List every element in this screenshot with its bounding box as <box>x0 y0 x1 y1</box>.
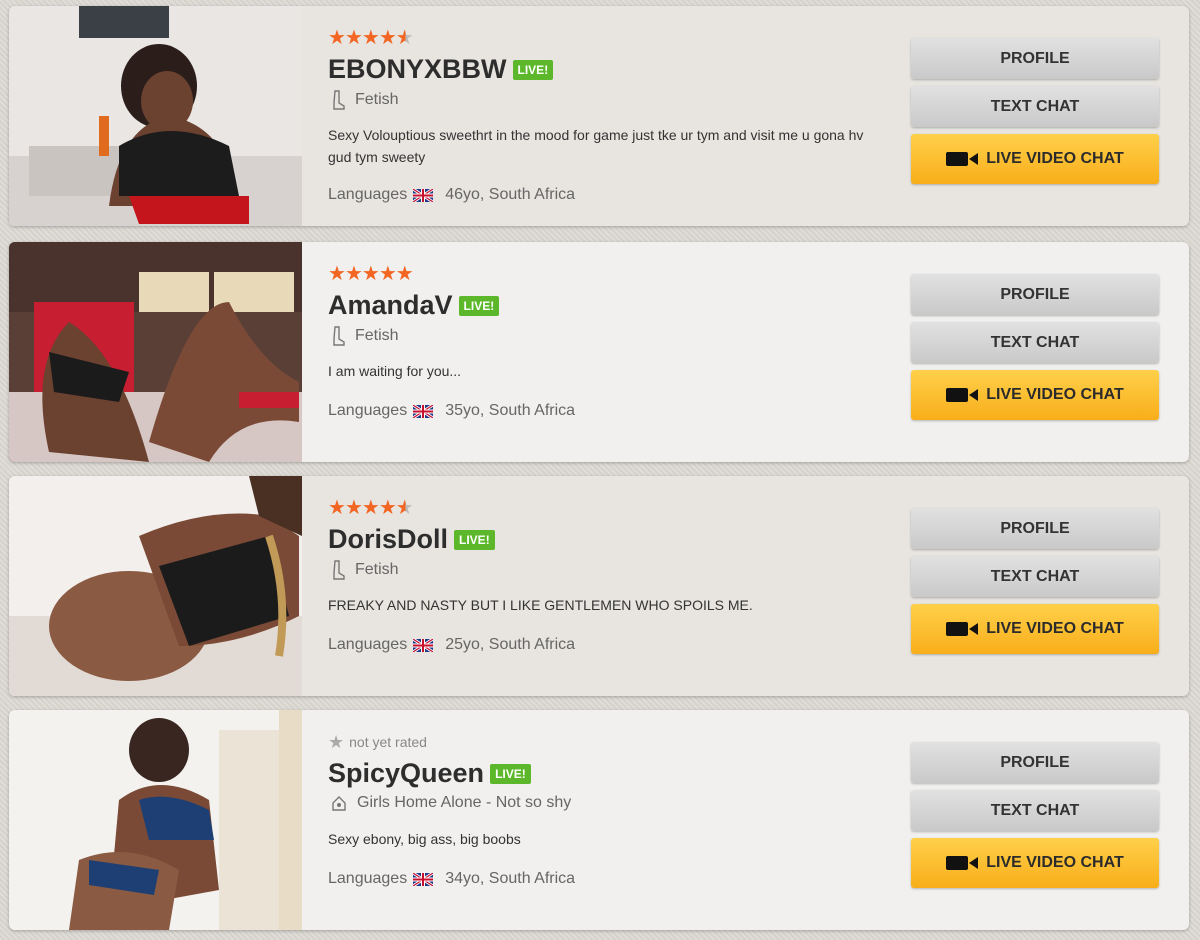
live-video-chat-label: LIVE VIDEO CHAT <box>986 386 1124 403</box>
star-icon: ★ <box>361 497 380 519</box>
performer-category: Fetish <box>331 326 399 346</box>
rating-stars: ★ ★ ★ ★ ★ <box>328 27 414 49</box>
profile-button[interactable]: PROFILE <box>911 508 1159 549</box>
languages-label: Languages <box>328 870 408 887</box>
performer-info: ★ ★ ★ ★ ★ DorisDoll LIVE! Fetish FREAKY … <box>328 476 888 696</box>
star-icon: ★ <box>378 27 397 49</box>
live-badge: LIVE! <box>458 295 500 316</box>
performer-thumbnail[interactable] <box>9 6 302 226</box>
language-row: Languages 25yo, South Africa <box>328 636 575 654</box>
text-chat-button[interactable]: TEXT CHAT <box>911 556 1159 597</box>
age-location: 34yo, South Africa <box>445 870 576 887</box>
profile-button[interactable]: PROFILE <box>911 742 1159 783</box>
age-location: 25yo, South Africa <box>445 636 576 653</box>
live-video-chat-button[interactable]: LIVE VIDEO CHAT <box>911 134 1159 184</box>
live-video-chat-button[interactable]: LIVE VIDEO CHAT <box>911 838 1159 888</box>
profile-button[interactable]: PROFILE <box>911 274 1159 315</box>
languages-label: Languages <box>328 402 408 419</box>
performer-description: I am waiting for you... <box>328 363 462 379</box>
uk-flag-icon <box>413 872 434 886</box>
text-chat-button[interactable]: TEXT CHAT <box>911 322 1159 363</box>
live-video-chat-label: LIVE VIDEO CHAT <box>986 150 1124 167</box>
live-badge: LIVE! <box>490 763 531 784</box>
text-chat-button[interactable]: TEXT CHAT <box>911 790 1159 831</box>
performer-description: Sexy ebony, big ass, big boobs <box>328 831 521 847</box>
language-row: Languages 35yo, South Africa <box>328 402 575 420</box>
performer-name[interactable]: AmandaV <box>328 290 453 321</box>
rating-stars: ★ ★ ★ ★ ★ <box>328 263 414 285</box>
uk-flag-icon <box>413 404 434 418</box>
live-video-chat-label: LIVE VIDEO CHAT <box>986 854 1124 871</box>
performer-card: ★ not yet rated SpicyQueen LIVE! Girls H… <box>9 710 1189 930</box>
performer-card: ★ ★ ★ ★ ★ EBONYXBBW LIVE! Fetish Sexy Vo… <box>9 6 1189 226</box>
star-icon: ★ <box>378 263 397 285</box>
boot-icon <box>333 90 345 110</box>
star-icon: ★ <box>328 263 346 285</box>
boot-icon <box>333 326 345 346</box>
live-badge: LIVE! <box>454 529 495 550</box>
performer-thumbnail[interactable] <box>9 710 302 930</box>
star-icon: ★ <box>344 263 363 285</box>
star-icon: ★ <box>344 497 363 519</box>
languages-label: Languages <box>328 636 408 653</box>
rating-text: not yet rated <box>349 734 427 750</box>
profile-button[interactable]: PROFILE <box>911 38 1159 79</box>
category-label: Fetish <box>355 91 399 108</box>
performer-category: Girls Home Alone - Not so shy <box>331 794 571 812</box>
empty-star-icon: ★ <box>328 732 344 752</box>
language-row: Languages 46yo, South Africa <box>328 186 575 204</box>
performer-category: Fetish <box>331 90 399 110</box>
video-camera-icon <box>946 622 979 636</box>
performer-category: Fetish <box>331 560 399 580</box>
performer-info: ★ not yet rated SpicyQueen LIVE! Girls H… <box>328 710 888 930</box>
performer-thumbnail[interactable] <box>9 242 302 462</box>
half-star-icon: ★ <box>395 27 414 49</box>
performer-description: Sexy Volouptious sweethrt in the mood fo… <box>328 127 864 165</box>
video-camera-icon <box>946 856 979 870</box>
star-icon: ★ <box>378 497 397 519</box>
category-label: Fetish <box>355 561 399 578</box>
performer-description: FREAKY AND NASTY BUT I LIKE GENTLEMEN WH… <box>328 597 753 613</box>
live-video-chat-button[interactable]: LIVE VIDEO CHAT <box>911 370 1159 420</box>
languages-label: Languages <box>328 186 408 203</box>
rating-stars: ★ ★ ★ ★ ★ <box>328 497 414 519</box>
house-icon <box>332 796 346 811</box>
video-camera-icon <box>946 388 979 402</box>
uk-flag-icon <box>413 188 434 202</box>
star-icon: ★ <box>395 263 414 285</box>
performer-info: ★ ★ ★ ★ ★ EBONYXBBW LIVE! Fetish Sexy Vo… <box>328 6 888 226</box>
performer-info: ★ ★ ★ ★ ★ AmandaV LIVE! Fetish I am wait… <box>328 242 888 462</box>
video-camera-icon <box>946 152 979 166</box>
language-row: Languages 34yo, South Africa <box>328 870 575 888</box>
performer-name[interactable]: EBONYXBBW <box>328 54 507 85</box>
performer-thumbnail[interactable] <box>9 476 302 696</box>
star-icon: ★ <box>328 27 346 49</box>
text-chat-button[interactable]: TEXT CHAT <box>911 86 1159 127</box>
live-badge: LIVE! <box>512 59 554 80</box>
category-label: Fetish <box>355 327 399 344</box>
uk-flag-icon <box>413 638 434 652</box>
star-icon: ★ <box>361 27 380 49</box>
half-star-icon: ★ <box>395 497 414 519</box>
star-icon: ★ <box>361 263 380 285</box>
age-location: 35yo, South Africa <box>445 402 576 419</box>
boot-icon <box>333 560 345 580</box>
performer-card: ★ ★ ★ ★ ★ AmandaV LIVE! Fetish I am wait… <box>9 242 1189 462</box>
live-video-chat-label: LIVE VIDEO CHAT <box>986 620 1124 637</box>
performer-name[interactable]: SpicyQueen <box>328 758 484 789</box>
performer-card: ★ ★ ★ ★ ★ DorisDoll LIVE! Fetish FREAKY … <box>9 476 1189 696</box>
rating-stars: ★ not yet rated <box>328 732 427 752</box>
live-video-chat-button[interactable]: LIVE VIDEO CHAT <box>911 604 1159 654</box>
star-icon: ★ <box>328 497 346 519</box>
performer-name[interactable]: DorisDoll <box>328 524 448 555</box>
star-icon: ★ <box>344 27 363 49</box>
category-label: Girls Home Alone - Not so shy <box>357 794 572 811</box>
age-location: 46yo, South Africa <box>445 186 576 203</box>
